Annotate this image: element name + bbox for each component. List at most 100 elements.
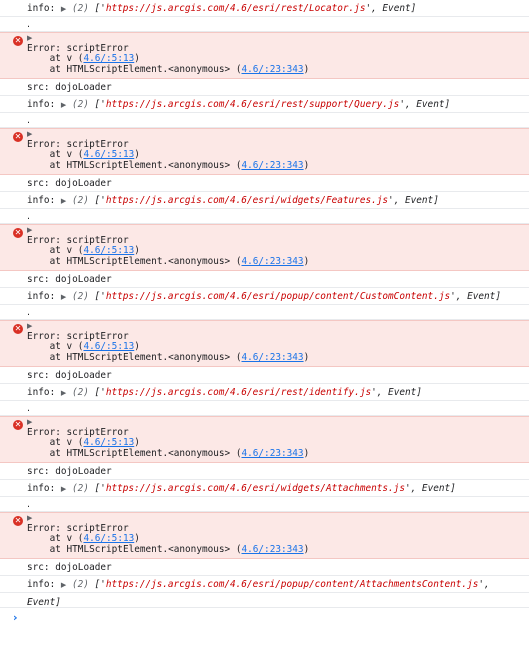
stack-v-prefix: at v ( <box>27 341 84 352</box>
event-label: Event <box>467 291 496 302</box>
info-label: info: <box>27 195 56 206</box>
log-dot-row: . <box>0 17 529 32</box>
src-value: dojoLoader <box>55 370 112 381</box>
expand-triangle-icon[interactable]: ▶ <box>27 130 32 138</box>
log-info-row[interactable]: info: ▶ (2) ['https://js.arcgis.com/4.6/… <box>0 0 529 17</box>
paren: ) <box>134 533 140 544</box>
expand-triangle-icon[interactable]: ▶ <box>61 581 66 589</box>
expand-triangle-icon[interactable]: ▶ <box>61 485 66 493</box>
paren: ) <box>303 63 310 75</box>
array-count: (2) <box>71 3 89 14</box>
stack-script-prefix: at HTMLScriptElement.<anonymous> ( <box>27 447 242 459</box>
error-icon: ✕ <box>13 132 23 142</box>
paren: ) <box>134 149 140 160</box>
paren: ) <box>134 437 140 448</box>
src-value: dojoLoader <box>55 466 112 477</box>
log-info-row[interactable]: info: ▶ (2) ['https://js.arcgis.com/4.6/… <box>0 480 529 497</box>
src-label: src: <box>27 178 50 189</box>
expand-triangle-icon[interactable]: ▶ <box>61 5 66 13</box>
log-src-row[interactable]: src: dojoLoader <box>0 463 529 480</box>
expand-triangle-icon[interactable]: ▶ <box>61 389 66 397</box>
console-prompt[interactable]: › <box>0 608 529 628</box>
source-link-script[interactable]: 4.6/:23:343 <box>241 448 303 459</box>
bracket-open: [' <box>94 483 106 494</box>
log-info-row[interactable]: info: ▶ (2) ['https://js.arcgis.com/4.6/… <box>0 384 529 401</box>
info-label: info: <box>27 3 56 14</box>
error-message[interactable]: ✕ ▶ Error: scriptError at v (4.6/:5:13) … <box>0 224 529 271</box>
source-link-v[interactable]: 4.6/:5:13 <box>83 437 134 448</box>
array-count: (2) <box>71 195 89 206</box>
log-src-row[interactable]: src: dojoLoader <box>0 79 529 96</box>
event-label: Event <box>404 195 434 206</box>
error-message[interactable]: ✕ ▶ Error: scriptError at v (4.6/:5:13) … <box>0 128 529 175</box>
bracket-open: [' <box>94 291 106 302</box>
source-link-script[interactable]: 4.6/:23:343 <box>241 256 303 267</box>
log-dot-row: . <box>0 113 529 128</box>
error-message[interactable]: ✕ ▶ Error: scriptError at v (4.6/:5:13) … <box>0 320 529 367</box>
url-string: https://js.arcgis.com/4.6/esri/rest/supp… <box>105 99 400 110</box>
sep: ', <box>478 579 490 590</box>
expand-triangle-icon[interactable]: ▶ <box>61 197 66 205</box>
log-dot-row: . <box>0 305 529 320</box>
expand-triangle-icon[interactable]: ▶ <box>61 101 66 109</box>
log-src-row[interactable]: src: dojoLoader <box>0 367 529 384</box>
dot-text: . <box>27 115 30 126</box>
dot-text: . <box>27 403 30 414</box>
source-link-v[interactable]: 4.6/:5:13 <box>83 245 134 256</box>
src-label: src: <box>27 370 50 381</box>
sep: ', <box>450 291 468 302</box>
array-count: (2) <box>71 387 89 398</box>
expand-triangle-icon[interactable]: ▶ <box>27 418 32 426</box>
url-string: https://js.arcgis.com/4.6/esri/rest/iden… <box>105 387 372 398</box>
log-dot-row: . <box>0 593 529 608</box>
log-src-row[interactable]: src: dojoLoader <box>0 175 529 192</box>
sep: ', <box>404 483 422 494</box>
paren: ) <box>303 447 310 459</box>
paren: ) <box>134 245 140 256</box>
bracket-close: ] <box>410 3 417 14</box>
info-label: info: <box>27 387 56 398</box>
expand-triangle-icon[interactable]: ▶ <box>61 293 66 301</box>
log-info-row[interactable]: info: ▶ (2) ['https://js.arcgis.com/4.6/… <box>0 288 529 305</box>
expand-triangle-icon[interactable]: ▶ <box>27 34 32 42</box>
event-label: Event <box>416 99 445 110</box>
error-message[interactable]: ✕ ▶ Error: scriptError at v (4.6/:5:13) … <box>0 32 529 79</box>
array-count: (2) <box>71 579 89 590</box>
stack-script-prefix: at HTMLScriptElement.<anonymous> ( <box>27 543 242 555</box>
bracket-open: [' <box>94 99 106 110</box>
stack-v-prefix: at v ( <box>27 149 84 160</box>
url-string: https://js.arcgis.com/4.6/esri/popup/con… <box>105 291 451 302</box>
stack-script-prefix: at HTMLScriptElement.<anonymous> ( <box>27 255 242 267</box>
sep: ', <box>371 387 389 398</box>
source-link-v[interactable]: 4.6/:5:13 <box>83 533 134 544</box>
log-src-row[interactable]: src: dojoLoader <box>0 559 529 576</box>
bracket-close: ] <box>444 99 451 110</box>
paren: ) <box>303 255 310 267</box>
error-message[interactable]: ✕ ▶ Error: scriptError at v (4.6/:5:13) … <box>0 416 529 463</box>
dot-text: . <box>27 307 30 318</box>
bracket-close: ] <box>495 291 501 302</box>
sep: ', <box>399 99 417 110</box>
source-link-v[interactable]: 4.6/:5:13 <box>83 149 134 160</box>
src-value: dojoLoader <box>55 82 112 93</box>
expand-triangle-icon[interactable]: ▶ <box>27 514 32 522</box>
expand-triangle-icon[interactable]: ▶ <box>27 226 32 234</box>
bracket-open: [' <box>94 3 106 14</box>
source-link-script[interactable]: 4.6/:23:343 <box>241 160 303 171</box>
stack-script-prefix: at HTMLScriptElement.<anonymous> ( <box>27 351 242 363</box>
source-link-script[interactable]: 4.6/:23:343 <box>241 352 303 363</box>
source-link-v[interactable]: 4.6/:5:13 <box>83 53 134 64</box>
source-link-script[interactable]: 4.6/:23:343 <box>241 64 303 75</box>
error-icon: ✕ <box>13 228 23 238</box>
url-string: https://js.arcgis.com/4.6/esri/widgets/F… <box>105 195 389 206</box>
src-label: src: <box>27 562 50 573</box>
source-link-v[interactable]: 4.6/:5:13 <box>83 341 134 352</box>
log-info-row[interactable]: info: ▶ (2) ['https://js.arcgis.com/4.6/… <box>0 576 529 608</box>
expand-triangle-icon[interactable]: ▶ <box>27 322 32 330</box>
source-link-script[interactable]: 4.6/:23:343 <box>241 544 303 555</box>
src-value: dojoLoader <box>55 274 112 285</box>
error-message[interactable]: ✕ ▶ Error: scriptError at v (4.6/:5:13) … <box>0 512 529 559</box>
log-info-row[interactable]: info: ▶ (2) ['https://js.arcgis.com/4.6/… <box>0 96 529 113</box>
log-info-row[interactable]: info: ▶ (2) ['https://js.arcgis.com/4.6/… <box>0 192 529 209</box>
log-src-row[interactable]: src: dojoLoader <box>0 271 529 288</box>
